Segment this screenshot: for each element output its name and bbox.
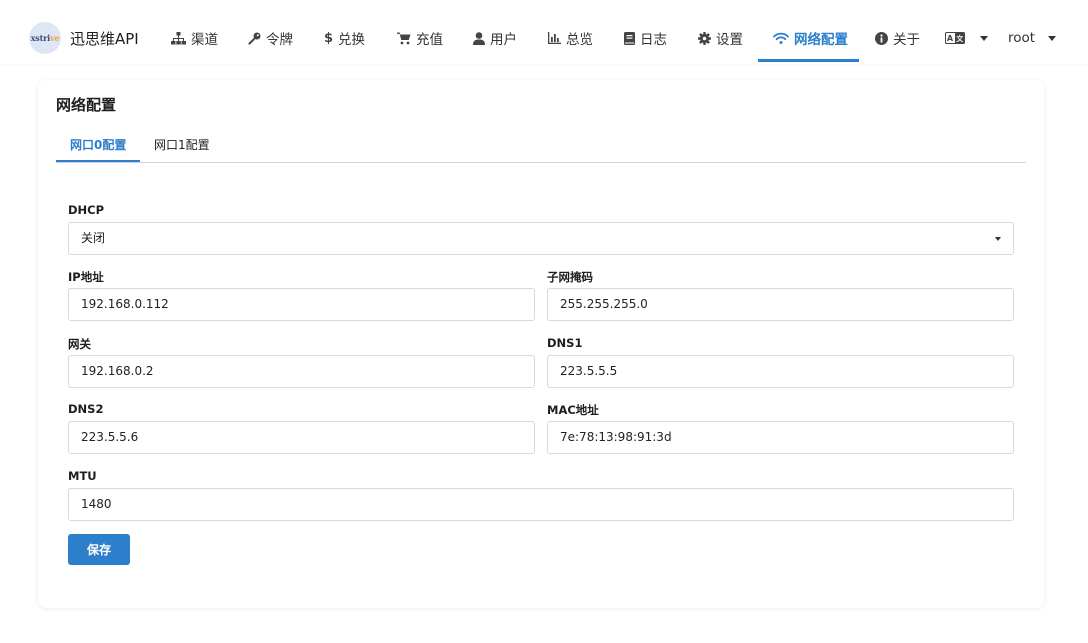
cart-icon xyxy=(397,32,411,44)
chevron-down-icon xyxy=(980,35,988,41)
dhcp-label: DHCP xyxy=(68,203,105,217)
gateway-label: 网关 xyxy=(68,337,91,351)
user-icon xyxy=(473,31,485,45)
language-icon: A 文 xyxy=(945,32,965,44)
dns2-input[interactable]: 223.5.5.6 xyxy=(68,421,535,454)
network-config-card: 网络配置 网口0配置 网口1配置 DHCP 关闭 IP地址 192.168.0.… xyxy=(38,80,1044,608)
nav-item-network[interactable]: 网络配置 xyxy=(773,26,848,50)
mtu-label: MTU xyxy=(68,469,97,483)
dollar-icon: $ xyxy=(324,30,334,46)
logo: xstri ve xyxy=(29,22,61,54)
nav-item-overview[interactable]: 总览 xyxy=(548,26,593,50)
brand-name: 迅思维API xyxy=(70,29,139,48)
tab-eth0[interactable]: 网口0配置 xyxy=(70,136,126,163)
nav-item-users[interactable]: 用户 xyxy=(473,26,517,50)
book-icon xyxy=(624,31,635,45)
svg-text:文: 文 xyxy=(956,34,964,43)
top-navigation-bar: xstri ve 迅思维API 渠道 令牌 $ 兑换 充值 用户 总览 日志 设… xyxy=(0,0,1088,64)
wifi-icon xyxy=(773,32,789,44)
mtu-input[interactable]: 1480 xyxy=(68,488,1014,521)
page-title: 网络配置 xyxy=(56,96,117,114)
netmask-input[interactable]: 255.255.255.0 xyxy=(547,288,1014,321)
interface-tabs: 网口0配置 网口1配置 xyxy=(56,132,1026,163)
netmask-label: 子网掩码 xyxy=(547,270,593,284)
language-dropdown[interactable]: A 文 xyxy=(945,26,988,50)
nav-item-tokens[interactable]: 令牌 xyxy=(248,26,293,50)
save-button[interactable]: 保存 xyxy=(68,534,130,565)
key-icon xyxy=(248,32,261,44)
nav-item-channels[interactable]: 渠道 xyxy=(171,26,218,50)
tab-eth1[interactable]: 网口1配置 xyxy=(154,136,210,163)
dhcp-select[interactable]: 关闭 xyxy=(68,222,1014,255)
dns1-label: DNS1 xyxy=(547,336,583,350)
nav-item-logs[interactable]: 日志 xyxy=(624,26,667,50)
nav-item-settings[interactable]: 设置 xyxy=(698,26,743,50)
svg-text:A: A xyxy=(947,34,954,43)
gear-icon xyxy=(698,31,711,45)
mac-input[interactable]: 7e:78:13:98:91:3d xyxy=(547,421,1014,454)
user-menu[interactable]: root xyxy=(1008,26,1057,50)
ip-label: IP地址 xyxy=(68,270,104,284)
mac-label: MAC地址 xyxy=(547,403,599,417)
sitemap-icon xyxy=(171,31,186,44)
ip-input[interactable]: 192.168.0.112 xyxy=(68,288,535,321)
nav-item-topup[interactable]: 充值 xyxy=(397,26,443,50)
chevron-down-icon xyxy=(1048,35,1057,41)
gateway-input[interactable]: 192.168.0.2 xyxy=(68,355,535,388)
chevron-down-icon xyxy=(995,237,1001,241)
nav-item-redeem[interactable]: $ 兑换 xyxy=(324,26,365,50)
nav-item-about[interactable]: 关于 xyxy=(875,26,920,50)
dns1-input[interactable]: 223.5.5.5 xyxy=(547,355,1014,388)
tab-active-indicator xyxy=(56,160,140,162)
nav-active-indicator xyxy=(758,59,859,62)
info-icon xyxy=(875,31,888,45)
brand[interactable]: xstri ve 迅思维API xyxy=(29,22,139,54)
dns2-label: DNS2 xyxy=(68,402,104,416)
chart-icon xyxy=(548,32,561,44)
